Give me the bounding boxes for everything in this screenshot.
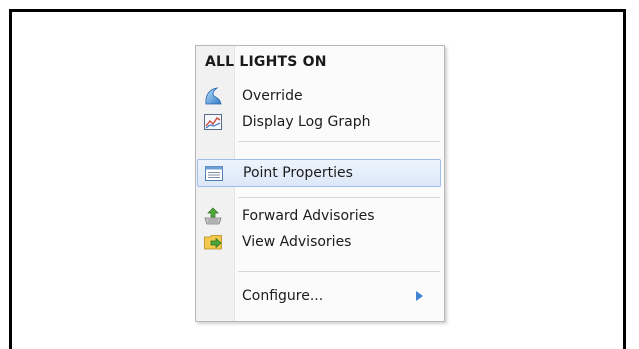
menu-item-label: Override (242, 88, 303, 104)
override-icon (205, 87, 222, 105)
point-properties-icon (205, 166, 223, 181)
menu-item-view-advisories[interactable]: View Advisories (199, 229, 441, 255)
menu-item-label: Point Properties (243, 165, 353, 181)
menu-item-forward-advisories[interactable]: Forward Advisories (199, 203, 441, 229)
menu-item-label: Display Log Graph (242, 114, 371, 130)
menu-separator (238, 197, 440, 198)
menu-item-label: Configure... (242, 288, 324, 304)
menu-item-display-log-graph[interactable]: Display Log Graph (199, 109, 441, 135)
menu-item-point-properties[interactable]: Point Properties (197, 159, 441, 187)
context-menu: ALL LIGHTS ON Override Display Log Graph (195, 45, 445, 322)
forward-advisories-icon (204, 207, 222, 225)
submenu-arrow-icon (416, 291, 423, 301)
menu-separator (238, 271, 440, 272)
menu-title: ALL LIGHTS ON (205, 54, 327, 70)
log-graph-icon (204, 114, 222, 130)
menu-item-label: Forward Advisories (242, 208, 375, 224)
menu-item-override[interactable]: Override (199, 83, 441, 109)
menu-separator (238, 141, 440, 142)
view-advisories-icon (204, 235, 222, 250)
menu-item-label: View Advisories (242, 234, 352, 250)
menu-item-configure[interactable]: Configure... (199, 283, 441, 309)
